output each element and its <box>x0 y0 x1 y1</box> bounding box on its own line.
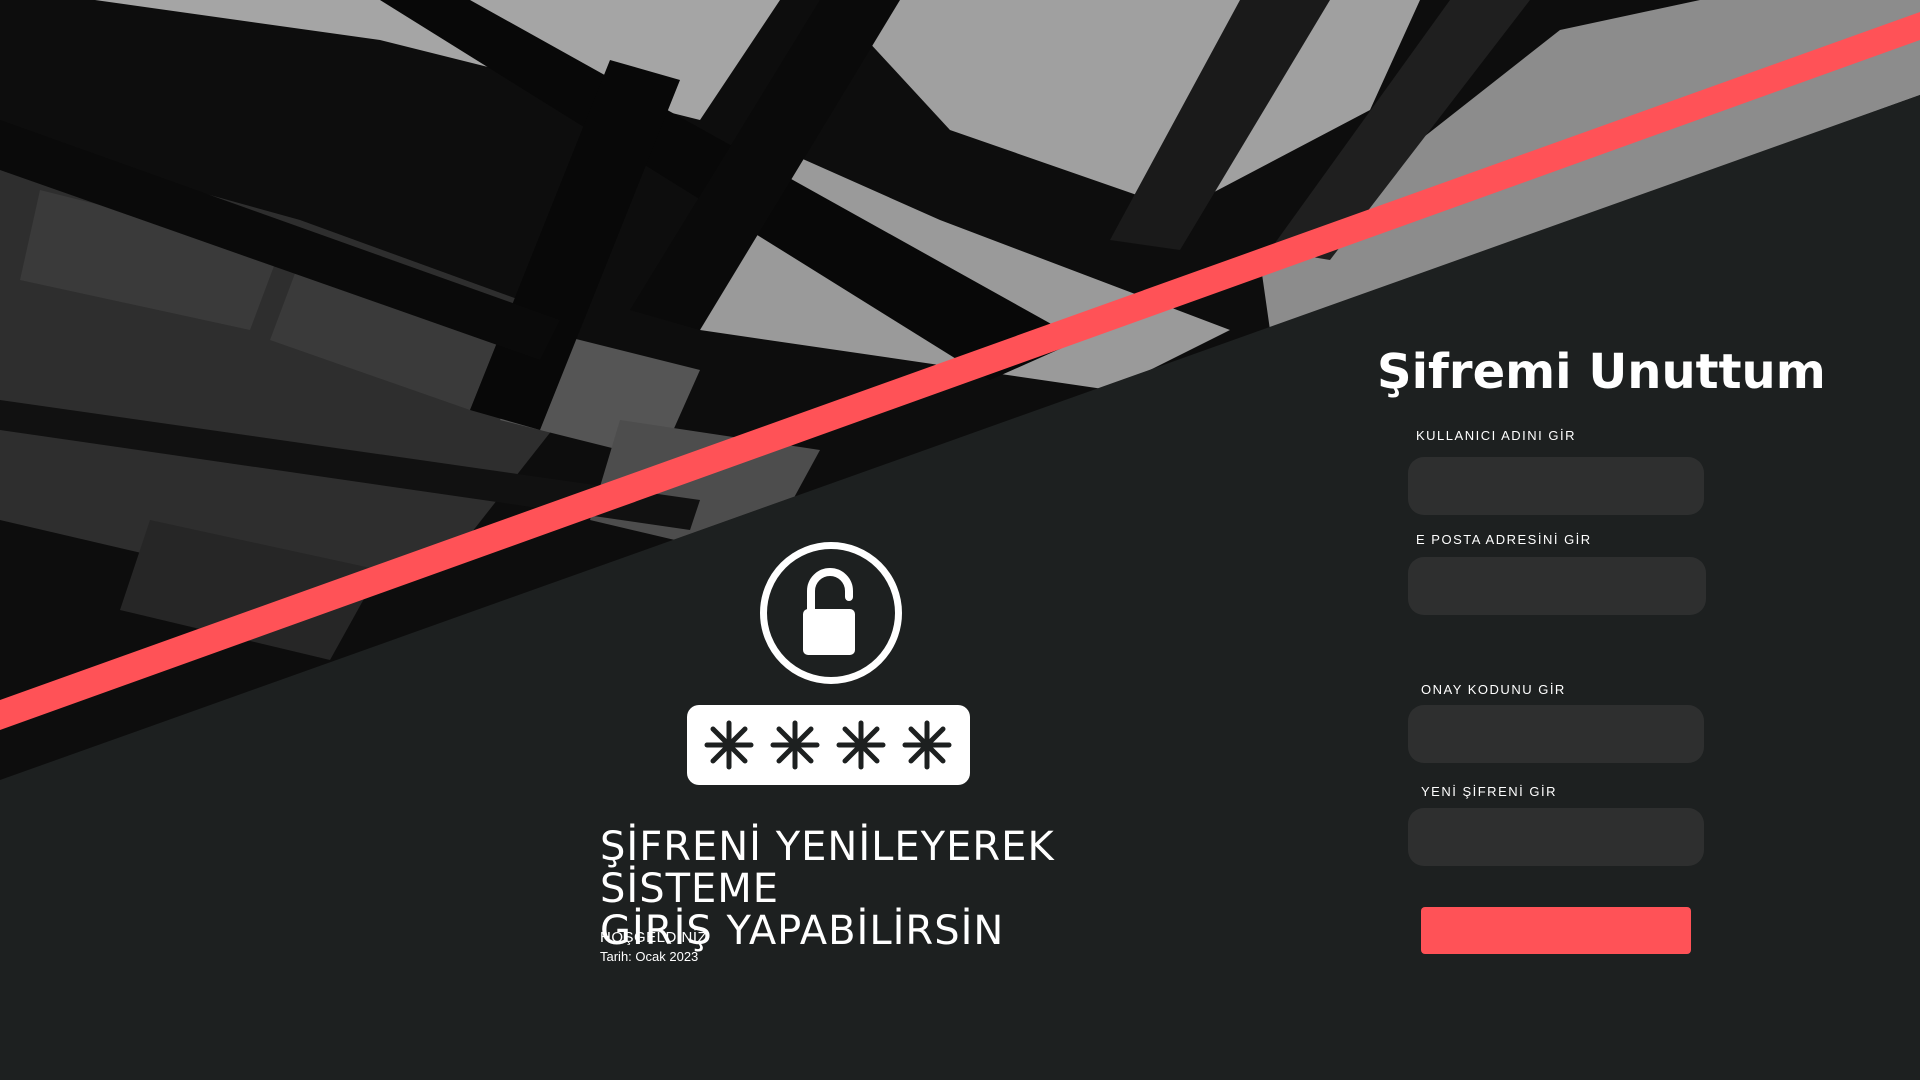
username-label: KULLANICI ADINI GİR <box>1416 428 1576 443</box>
new-password-label: YENİ ŞİFRENİ GİR <box>1421 784 1557 799</box>
masked-pin-display <box>687 705 970 785</box>
new-password-input[interactable] <box>1408 808 1704 866</box>
verification-code-label: ONAY KODUNU GİR <box>1421 682 1566 697</box>
form-title: Şifremi Unuttum <box>1377 344 1826 400</box>
asterisk-icon <box>770 720 820 770</box>
username-input[interactable] <box>1408 457 1704 515</box>
unlocked-padlock-icon <box>760 542 902 684</box>
date-text: Tarih: Ocak 2023 <box>600 949 699 964</box>
welcome-text: HOŞGELDİNİZ <box>600 929 708 946</box>
submit-button[interactable] <box>1421 907 1691 954</box>
asterisk-icon <box>836 720 886 770</box>
email-input[interactable] <box>1408 557 1706 615</box>
asterisk-icon <box>902 720 952 770</box>
asterisk-icon <box>704 720 754 770</box>
verification-code-input[interactable] <box>1408 705 1704 763</box>
headline-line-1: ŞİFRENİ YENİLEYEREK SİSTEME <box>600 824 1055 912</box>
email-label: E POSTA ADRESİNİ GİR <box>1416 532 1592 547</box>
